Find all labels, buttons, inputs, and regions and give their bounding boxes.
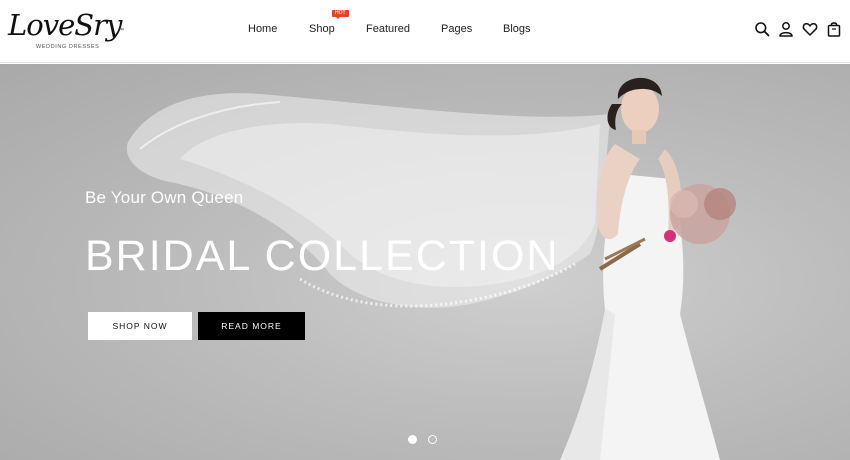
site-header: LoveSry ™ WEDDING DRESSES Home Shop HOT … [0, 0, 850, 63]
shop-now-button[interactable]: SHOP NOW [88, 312, 192, 340]
user-icon[interactable] [778, 21, 794, 37]
heart-icon[interactable] [802, 21, 818, 37]
nav-item-pages[interactable]: Pages [441, 23, 472, 35]
nav-item-blogs[interactable]: Blogs [503, 23, 531, 35]
slide-dot-2[interactable] [428, 435, 437, 444]
hero-slider: Be Your Own Queen BRIDAL COLLECTION SHOP… [0, 64, 850, 460]
slide-dot-1[interactable] [408, 435, 417, 444]
shopping-bag-icon[interactable] [826, 21, 842, 37]
read-more-button[interactable]: READ MORE [198, 312, 305, 340]
hero-kicker: Be Your Own Queen [85, 188, 244, 207]
search-icon[interactable] [754, 21, 770, 37]
nav-item-featured[interactable]: Featured [366, 23, 410, 35]
hero-title: BRIDAL COLLECTION [85, 232, 560, 280]
main-nav: Home Shop HOT Featured Pages Blogs [0, 0, 850, 63]
hot-badge: HOT [332, 10, 349, 19]
nav-item-shop[interactable]: Shop [309, 23, 335, 35]
nav-item-home[interactable]: Home [248, 23, 277, 35]
